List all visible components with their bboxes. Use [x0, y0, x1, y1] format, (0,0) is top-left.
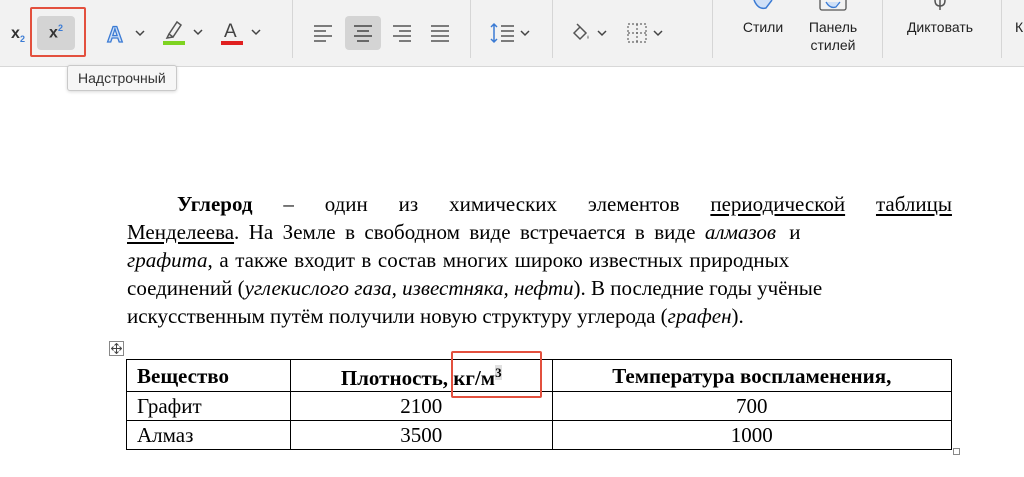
word-carbon-bold: Углерод: [177, 192, 253, 216]
word: из: [398, 192, 419, 216]
text-run: . На Земле в свободном виде встречается …: [234, 220, 705, 244]
text-run: , а также входит в состав многих широко …: [207, 248, 790, 272]
italic-text: графита: [127, 248, 208, 272]
table-cell[interactable]: Алмаз: [126, 420, 291, 450]
table-header-cell[interactable]: Температура воспламенения,: [551, 359, 953, 392]
italic-text: углекислого газа, известняка, нефти: [244, 276, 574, 300]
text-run: ).: [731, 304, 744, 328]
table-cell[interactable]: Графит: [126, 391, 291, 421]
table-cell[interactable]: 3500: [289, 420, 553, 450]
word: –: [283, 192, 294, 216]
hyperlink-periodic-table[interactable]: таблицы: [876, 190, 952, 218]
table-header-cell[interactable]: Вещество: [126, 359, 291, 392]
table-resize-handle[interactable]: [953, 448, 960, 455]
table-row: Алмаз 3500 1000: [126, 420, 953, 450]
density-annotation-box: [451, 351, 542, 398]
table-cell[interactable]: 700: [551, 391, 953, 421]
text-run: и: [775, 220, 801, 244]
italic-text: алмазов: [704, 220, 776, 244]
text-run: искусственным путём получили новую струк…: [127, 304, 668, 328]
word: химических: [449, 192, 558, 216]
hyperlink-mendeleev[interactable]: Менделеева: [127, 218, 234, 246]
paragraph-line-4: соединений (углекислого газа, известняка…: [127, 274, 952, 302]
move-icon: [111, 343, 122, 354]
word: один: [324, 192, 368, 216]
italic-text: графен: [667, 304, 732, 328]
text-run: соединений (: [127, 276, 245, 300]
hyperlink-periodic-table[interactable]: периодической: [710, 190, 845, 218]
paragraph-line-1: Углерод – один из химических элементов п…: [177, 190, 952, 218]
document-paragraph[interactable]: Углерод – один из химических элементов п…: [0, 0, 1024, 340]
paragraph-line-3: графита, а также входит в состав многих …: [127, 246, 952, 274]
text-run: ). В последние годы учёные: [573, 276, 823, 300]
word: элементов: [587, 192, 680, 216]
paragraph-line-2: Менделеева. На Земле в свободном виде вс…: [127, 218, 952, 246]
paragraph-line-5: искусственным путём получили новую струк…: [127, 302, 952, 330]
table-cell[interactable]: 1000: [551, 420, 953, 450]
table-move-handle[interactable]: [109, 341, 124, 356]
